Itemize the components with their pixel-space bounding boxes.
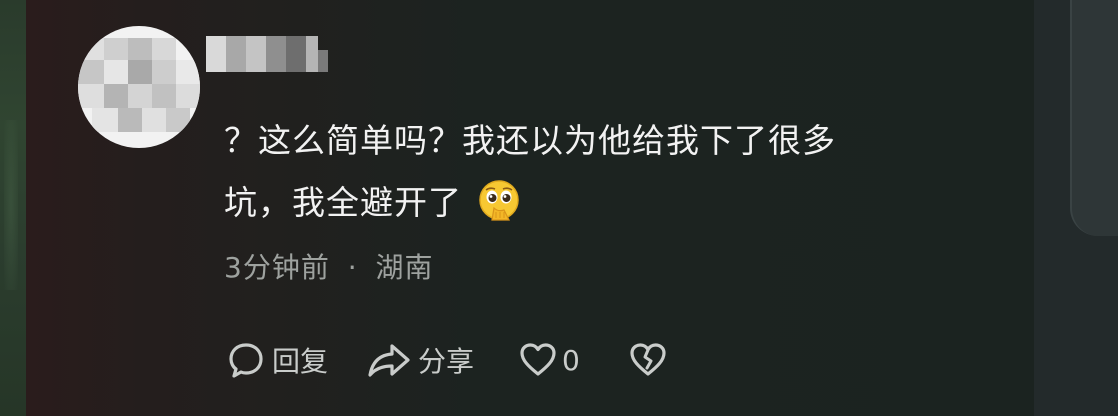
username-pixel (266, 36, 286, 72)
comment-text: ？这么简单吗？我还以为他给我下了很多 坑，我全避开了 (224, 110, 984, 234)
username-pixel (206, 36, 226, 72)
username-pixel (226, 36, 246, 72)
username-obscured[interactable] (206, 36, 328, 72)
dislike-button[interactable] (628, 340, 668, 380)
share-label: 分享 (418, 345, 475, 378)
timestamp: 3分钟前 (224, 251, 330, 284)
avatar-pixel (104, 38, 128, 60)
comment-line: 坑，我全避开了 (224, 172, 984, 234)
reply-label: 回复 (272, 345, 329, 378)
share-arrow-icon (366, 340, 412, 380)
location: 湖南 (375, 251, 434, 284)
username-pixel (246, 36, 266, 72)
comment-bubble-icon (226, 340, 266, 380)
background-edge (0, 0, 26, 416)
avatar-pixel (128, 38, 152, 60)
avatar[interactable] (78, 26, 200, 148)
avatar-pixel (152, 60, 176, 84)
username-pixel (286, 36, 306, 72)
like-button[interactable]: 0 (518, 340, 580, 380)
comment-line: ？这么简单吗？我还以为他给我下了很多 (224, 121, 836, 160)
broken-heart-icon (628, 340, 668, 380)
avatar-pixel (118, 108, 142, 132)
avatar-pixel (92, 108, 118, 132)
pleading-face-emoji-icon (476, 178, 522, 224)
action-bar: 回复 分享 0 (226, 338, 668, 382)
reply-button[interactable]: 回复 (226, 340, 328, 380)
avatar-pixel (152, 38, 176, 60)
side-card (1070, 0, 1118, 236)
avatar-pixel (176, 84, 200, 108)
like-count: 0 (562, 343, 580, 377)
right-side-panel (1034, 0, 1118, 416)
heart-icon (518, 340, 558, 380)
avatar-pixel (78, 84, 104, 108)
comment-line-text: 坑，我全避开了 (224, 183, 462, 222)
avatar-pixel (176, 60, 200, 84)
username-pixel (306, 36, 318, 72)
avatar-pixel (78, 38, 104, 60)
meta-separator: · (347, 251, 358, 284)
avatar-pixel (78, 60, 104, 84)
avatar-pixel (166, 108, 190, 132)
username-pixel (318, 50, 328, 72)
avatar-pixel (142, 108, 166, 132)
comment-meta: 3分钟前 · 湖南 (224, 246, 434, 286)
avatar-pixel (104, 84, 128, 108)
avatar-pixel (152, 84, 176, 108)
share-button[interactable]: 分享 (366, 340, 474, 380)
avatar-pixel (104, 60, 128, 84)
avatar-pixel (128, 84, 152, 108)
avatar-pixel (128, 60, 152, 84)
